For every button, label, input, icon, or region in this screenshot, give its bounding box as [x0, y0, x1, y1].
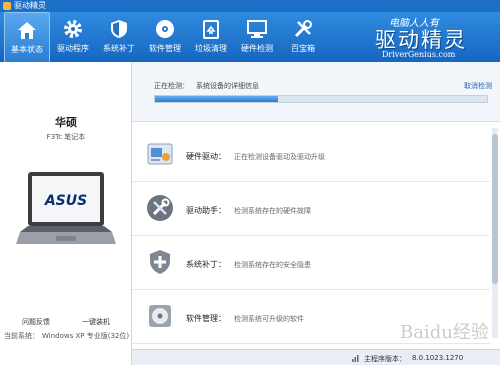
current-system: 当前系统： Windows XP 专业版(32位) — [4, 331, 132, 341]
software-disc-icon — [149, 305, 171, 327]
shield-plus-icon — [150, 250, 170, 274]
device-brand: 华硕 — [55, 116, 77, 129]
check-list: 硬件驱动： 正在检测设备驱动及驱动升级 驱动助手： 检测系统存在的硬件故障 系统… — [132, 128, 490, 344]
feedback-button[interactable]: 问题反馈 — [10, 315, 62, 329]
list-item-system-patch[interactable]: 系统补丁： 检测系统存在的安全隐患 — [132, 236, 490, 290]
tab-software[interactable]: 软件管理 — [142, 12, 188, 62]
gear-icon — [64, 20, 82, 38]
tab-hardware[interactable]: 硬件检测 — [234, 12, 280, 62]
tab-label: 百宝箱 — [291, 44, 315, 53]
status-bar: 主程序版本： 8.0.1023.1270 — [132, 349, 500, 365]
tab-label: 垃圾清理 — [195, 44, 227, 53]
tab-toolbox[interactable]: 百宝箱 — [280, 12, 326, 62]
main-toolbar: 基本状态 驱动程序 系统补丁 软件管理 垃圾清理 硬件检测 百宝箱 电脑人人有 … — [0, 12, 500, 62]
list-scrollbar[interactable] — [492, 128, 498, 338]
row-desc: 检测系统可升级的软件 — [234, 315, 304, 323]
list-item-hardware-driver[interactable]: 硬件驱动： 正在检测设备驱动及驱动升级 — [132, 128, 490, 182]
scan-label: 正在检测： — [154, 82, 189, 90]
disc-icon — [156, 20, 174, 38]
trash-icon — [203, 20, 219, 39]
one-click-install-button[interactable]: 一键装机 — [70, 315, 122, 329]
hardware-driver-icon — [147, 143, 173, 165]
list-item-driver-assistant[interactable]: 驱动助手： 检测系统存在的硬件故障 — [132, 182, 490, 236]
brand-logo: 电脑人人有 驱动精灵 DriverGenius.com — [365, 12, 500, 62]
tab-label: 系统补丁 — [103, 44, 135, 53]
row-title: 系统补丁： — [186, 260, 226, 269]
home-icon — [18, 22, 36, 39]
device-model: F3Tc 笔记本 — [46, 133, 86, 141]
window-title: 驱动精灵 — [14, 1, 46, 10]
progress-fill — [155, 96, 278, 102]
tab-label: 软件管理 — [149, 44, 181, 53]
tab-label: 硬件检测 — [241, 44, 273, 53]
monitor-icon — [247, 20, 267, 38]
tab-drivers[interactable]: 驱动程序 — [50, 12, 96, 62]
tab-label: 基本状态 — [11, 45, 43, 54]
system-label: 当前系统： — [4, 332, 39, 340]
laptop-image: ASUS — [16, 172, 116, 244]
scrollbar-thumb[interactable] — [492, 134, 498, 284]
title-bar: 驱动精灵 — [0, 0, 500, 12]
row-desc: 检测系统存在的硬件故障 — [234, 207, 311, 215]
app-window: 驱动精灵 基本状态 驱动程序 系统补丁 软件管理 垃圾清理 硬件检测 百宝箱 电… — [0, 0, 500, 365]
version-number: 8.0.1023.1270 — [412, 354, 464, 362]
scan-target: 系统设备的详细信息 — [196, 82, 259, 90]
tab-cleanup[interactable]: 垃圾清理 — [188, 12, 234, 62]
cancel-scan-link[interactable]: 取消检测 — [464, 81, 492, 91]
shield-icon — [111, 20, 127, 38]
device-panel: 华硕 F3Tc 笔记本 ASUS 问题反馈 一键装机 当前系统： Windows … — [0, 62, 132, 365]
row-title: 软件管理： — [186, 314, 226, 323]
tab-patches[interactable]: 系统补丁 — [96, 12, 142, 62]
tools-icon — [294, 20, 312, 38]
tab-label: 驱动程序 — [57, 44, 89, 53]
scan-progress-header: 正在检测： 系统设备的详细信息 取消检测 — [132, 62, 500, 122]
watermark: Baidu经验 — [400, 322, 489, 343]
row-title: 驱动助手： — [186, 206, 226, 215]
scan-progress-bar — [154, 95, 488, 103]
wrench-screwdriver-icon — [147, 195, 173, 221]
row-title: 硬件驱动： — [186, 152, 226, 161]
row-desc: 检测系统存在的安全隐患 — [234, 261, 311, 269]
system-value: Windows XP 专业版(32位) — [42, 332, 130, 340]
row-desc: 正在检测设备驱动及驱动升级 — [234, 153, 325, 161]
version-label: 主程序版本： — [364, 355, 406, 363]
tab-basic-status[interactable]: 基本状态 — [4, 12, 50, 62]
signal-icon — [352, 355, 359, 362]
app-logo-icon — [3, 2, 11, 10]
screen-logo: ASUS — [44, 193, 87, 209]
brand-url: DriverGenius.com — [382, 50, 456, 59]
